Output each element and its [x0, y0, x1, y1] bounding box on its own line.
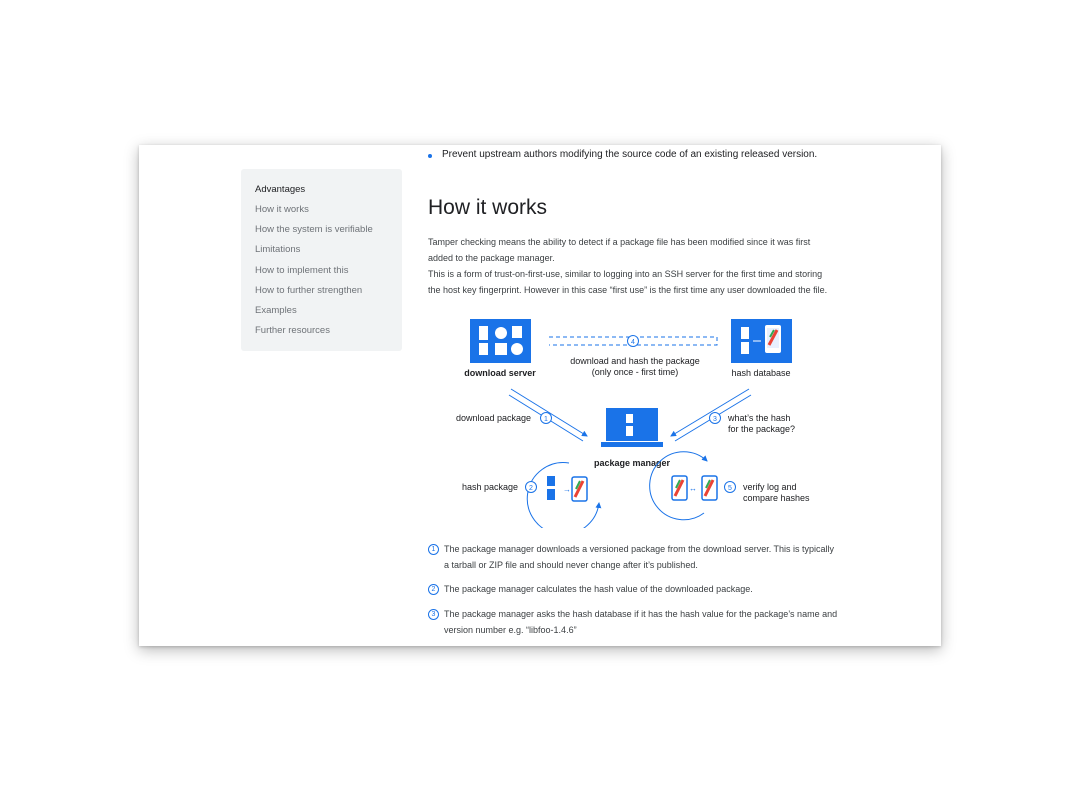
svg-text:→: → — [563, 485, 571, 494]
step-number-badge: 3 — [428, 609, 439, 620]
hash-package-icon: → — [547, 476, 588, 502]
step-text-line: The package manager downloads a versione… — [444, 544, 835, 554]
package-manager-icon — [601, 408, 663, 447]
paragraph-line: This is a form of trust-on-first-use, si… — [428, 269, 823, 279]
tamper-check-diagram: download server hash database 4 download… — [456, 319, 810, 528]
step2-cycle-arrow — [526, 462, 602, 528]
step-text-line: The package manager calculates the hash … — [444, 584, 753, 594]
step-number-badge: 2 — [428, 584, 439, 595]
step-text-line: The package manager asks the hash databa… — [444, 609, 838, 619]
toc-item-examples[interactable]: Examples — [255, 305, 297, 316]
paragraph-line: added to the package manager. — [428, 253, 555, 263]
download-server-label: download server — [464, 368, 536, 378]
svg-text:↔: ↔ — [689, 484, 697, 493]
bullet-text: Prevent upstream authors modifying the s… — [442, 149, 818, 160]
toc-item-implement[interactable]: How to implement this — [255, 265, 348, 276]
toc-item-how-it-works[interactable]: How it works — [255, 204, 309, 215]
paragraph-line: the host key fingerprint. However in thi… — [428, 285, 828, 295]
step5-label-line2: compare hashes — [743, 493, 810, 503]
step-text-line: version number e.g. “libfoo-1.4.6” — [444, 625, 577, 635]
step4-label-line1: download and hash the package — [570, 356, 700, 366]
hash-database-icon — [731, 319, 792, 363]
step3-label-line2: for the package? — [728, 424, 795, 434]
step-text-line: a tarball or ZIP file and should never c… — [444, 560, 698, 570]
step2-label: hash package — [462, 482, 518, 492]
paragraph-line: Tamper checking means the ability to det… — [428, 237, 811, 247]
step5-label-line1: verify log and — [743, 482, 797, 492]
step1-label: download package — [456, 413, 531, 423]
step5-number: 5 — [728, 485, 732, 492]
toc-item-strengthen[interactable]: How to further strengthen — [255, 285, 362, 296]
step2-number: 2 — [529, 485, 533, 492]
step1-number: 1 — [544, 416, 548, 423]
toc-item-advantages[interactable]: Advantages — [255, 184, 305, 195]
download-server-icon — [470, 319, 531, 363]
toc-item-limitations[interactable]: Limitations — [255, 244, 300, 255]
verify-compare-icon: ↔ — [671, 475, 718, 501]
toc-item-further-resources[interactable]: Further resources — [255, 325, 330, 336]
toc-item-verifiable[interactable]: How the system is verifiable — [255, 224, 373, 235]
table-of-contents: Advantages How it works How the system i… — [241, 169, 402, 351]
section-heading: How it works — [428, 196, 548, 219]
hash-database-label: hash database — [731, 368, 790, 378]
step4-label-line2: (only once - first time) — [592, 367, 679, 377]
step3-label-line1: what’s the hash — [727, 413, 790, 423]
step3-number: 3 — [713, 416, 717, 423]
step4-number: 4 — [631, 339, 635, 346]
step-number-badge: 1 — [428, 544, 439, 555]
content-card: Advantages How it works How the system i… — [139, 145, 941, 646]
bullet-dot — [428, 154, 432, 158]
